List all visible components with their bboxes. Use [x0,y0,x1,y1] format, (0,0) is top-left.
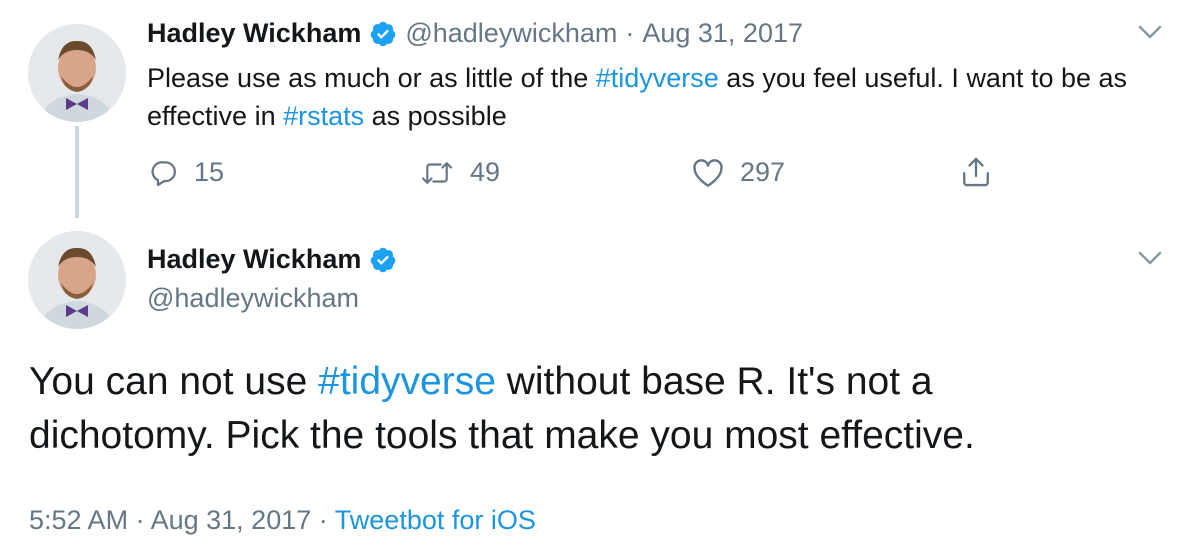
hashtag-link[interactable]: #tidyverse [318,360,496,403]
avatar[interactable] [28,231,126,329]
tweet-footer: 5:52 AM · Aug 31, 2017 · Tweetbot for iO… [29,505,536,536]
chevron-down-icon[interactable] [1136,22,1164,42]
author-name[interactable]: Hadley Wickham [147,244,361,275]
avatar[interactable] [28,24,126,122]
tweet-text-part: You can not use [29,360,319,403]
tweet-text: You can not use #tidyverse without base … [29,355,1129,463]
tweet-header: Hadley Wickham @hadleywickham · Aug 31, … [147,18,803,49]
verified-badge-icon [369,20,397,48]
like-button[interactable]: 297 [692,157,785,188]
author-handle[interactable]: @hadleywickham [147,283,359,314]
reply-count: 15 [194,157,225,187]
tweet-date[interactable]: Aug 31, 2017 [151,505,312,535]
like-count: 297 [740,157,786,187]
share-icon [963,157,989,187]
tweet-text-part: as possible [364,101,507,131]
verified-badge-icon [369,246,397,274]
reply-icon [151,160,176,186]
retweet-icon [421,161,453,184]
meta-separator: · [318,505,328,535]
author-name[interactable]: Hadley Wickham [147,18,361,49]
hashtag-link[interactable]: #tidyverse [596,63,719,93]
reply-button[interactable]: 15 [148,157,224,188]
chevron-down-icon[interactable] [1136,248,1164,268]
tweet-text-part: Please use as much or as little of the [147,63,596,93]
retweet-count: 49 [470,157,501,187]
like-icon [693,158,723,187]
retweet-button[interactable]: 49 [420,157,500,188]
tweet-header: Hadley Wickham [147,244,397,275]
meta-separator: · [135,505,145,535]
tweet-text: Please use as much or as little of the #… [147,59,1157,135]
thread-connector-line [75,126,79,218]
meta-separator: · [625,18,635,48]
tweet-time[interactable]: 5:52 AM [29,505,128,535]
hashtag-link[interactable]: #rstats [283,101,364,131]
share-button[interactable] [960,155,992,189]
author-handle[interactable]: @hadleywickham [405,18,617,49]
tweet-date[interactable]: Aug 31, 2017 [642,18,803,49]
tweet-source-link[interactable]: Tweetbot for iOS [335,505,536,535]
